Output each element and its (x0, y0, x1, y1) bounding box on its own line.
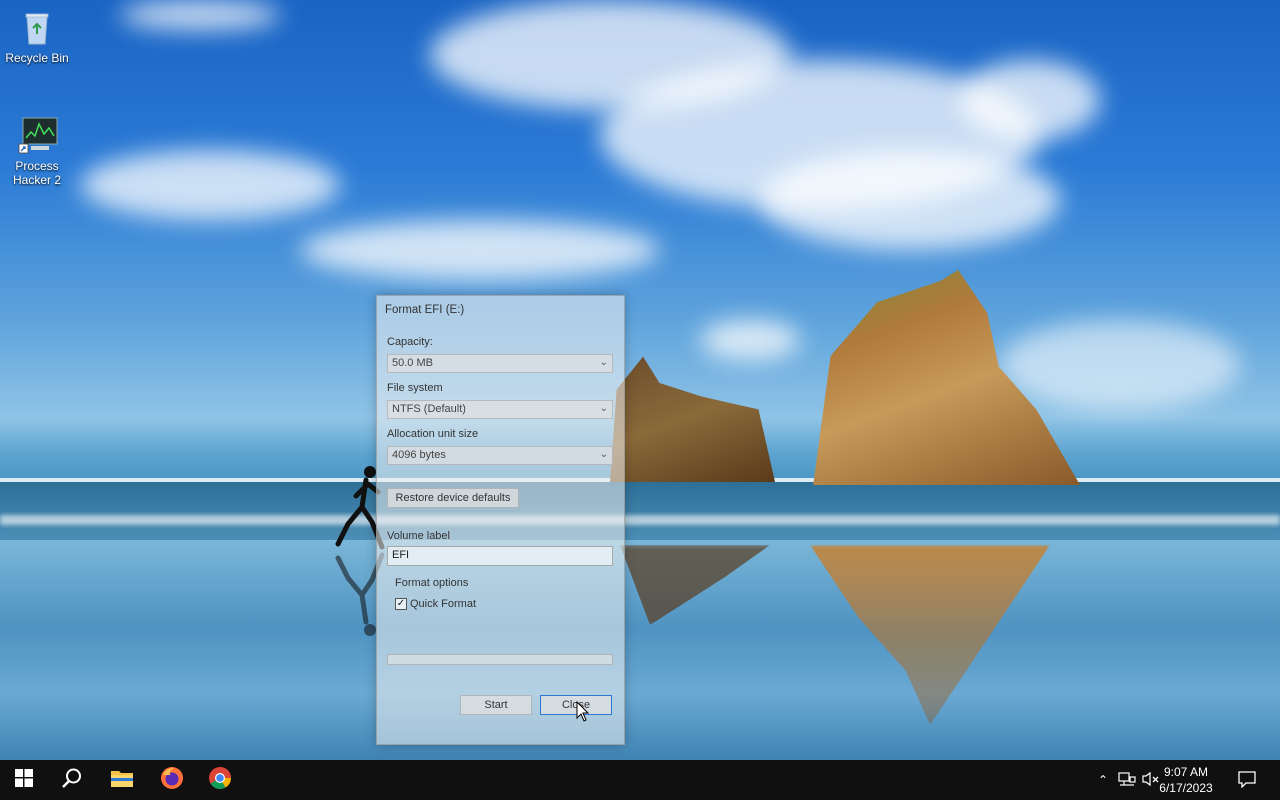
desktop-icon-recycle-bin[interactable]: Recycle Bin (0, 8, 74, 65)
tray-network[interactable] (1116, 760, 1138, 800)
mouse-cursor-icon (576, 701, 590, 722)
desktop-icon-label: Process Hacker 2 (12, 159, 62, 187)
alloc-select[interactable]: 4096 bytes ⌄ (387, 446, 613, 465)
restore-defaults-button[interactable]: Restore device defaults (387, 488, 519, 508)
filesystem-value: NTFS (Default) (392, 403, 466, 415)
filesystem-label: File system (387, 382, 443, 394)
desktop-wallpaper: Recycle Bin Process Hacker 2 (0, 0, 1280, 760)
desktop-icon-label: Recycle Bin (5, 51, 69, 65)
format-options-label: Format options (395, 577, 469, 589)
taskbar-clock[interactable]: 9:07 AM 6/17/2023 (1150, 764, 1222, 796)
capacity-label: Capacity: (387, 336, 433, 348)
quick-format-checkbox[interactable]: ✓ (395, 598, 407, 610)
volume-label-label: Volume label (387, 530, 450, 542)
taskbar: ⌃ 9:07 AM 6/17/2023 (0, 760, 1280, 800)
format-dialog: Format EFI (E:) Capacity: 50.0 MB ⌄ File… (376, 295, 625, 745)
recycle-bin-icon (17, 8, 57, 48)
quick-format-label: Quick Format (410, 598, 477, 610)
start-menu-button[interactable] (0, 760, 48, 800)
alloc-label: Allocation unit size (387, 428, 479, 440)
search-icon (61, 767, 83, 794)
windows-logo-icon (15, 768, 33, 792)
chrome-icon (208, 766, 232, 795)
format-progress-bar (387, 654, 613, 665)
taskbar-file-explorer[interactable] (98, 760, 146, 800)
capacity-select[interactable]: 50.0 MB ⌄ (387, 354, 613, 373)
desktop-icon-process-hacker[interactable]: Process Hacker 2 (0, 116, 74, 187)
taskbar-firefox[interactable] (148, 760, 196, 800)
firefox-icon (160, 766, 184, 795)
folder-icon (110, 768, 134, 793)
capacity-value: 50.0 MB (392, 357, 433, 369)
tray-overflow-button[interactable]: ⌃ (1094, 760, 1112, 800)
chevron-down-icon: ⌄ (599, 403, 608, 414)
chevron-down-icon: ⌄ (599, 449, 608, 460)
taskbar-chrome[interactable] (196, 760, 244, 800)
volume-label-input[interactable]: EFI (387, 546, 613, 566)
alloc-value: 4096 bytes (392, 449, 446, 461)
start-button[interactable]: Start (460, 695, 532, 715)
action-center-button[interactable] (1232, 760, 1262, 800)
filesystem-select[interactable]: NTFS (Default) ⌄ (387, 400, 613, 419)
notification-icon (1238, 770, 1256, 791)
chevron-down-icon: ⌄ (599, 357, 608, 368)
network-icon (1118, 771, 1136, 790)
dialog-title: Format EFI (E:) (385, 304, 465, 316)
clock-time: 9:07 AM (1163, 765, 1209, 779)
process-hacker-icon (17, 116, 58, 156)
search-button[interactable] (48, 760, 96, 800)
clock-date: 6/17/2023 (1159, 781, 1213, 795)
chevron-up-icon: ⌃ (1097, 773, 1109, 787)
checkmark-icon: ✓ (396, 598, 406, 609)
